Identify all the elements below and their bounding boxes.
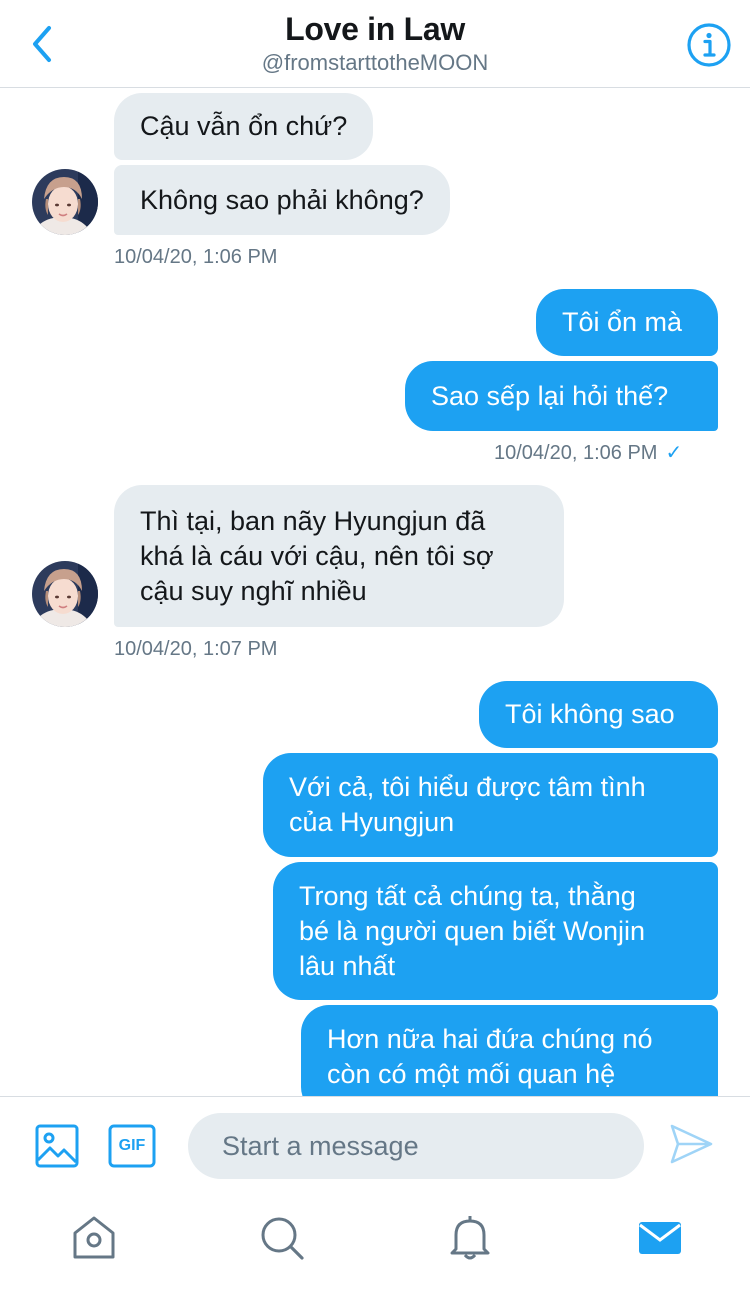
avatar-image [32, 561, 98, 627]
conversation-title: Love in Law [285, 11, 465, 47]
tab-notifications[interactable] [444, 1212, 496, 1264]
info-icon [687, 23, 731, 67]
message-line: cậu suy nghĩ nhiều [140, 575, 367, 606]
message-timestamp: 10/04/20, 1:07 PM [114, 638, 278, 660]
incoming-message[interactable]: Cậu vẫn ổn chứ? [114, 93, 374, 160]
outgoing-message[interactable]: Tôi ổn mà [536, 289, 718, 356]
message-line: Thì tại, ban nãy Hyungjun đã [140, 505, 486, 536]
incoming-message[interactable]: Thì tại, ban nãy Hyungjun đã khá là cáu … [114, 485, 564, 627]
message-text-block: Trong tất cả chúng ta, thằng bé là người… [299, 879, 645, 984]
message-input[interactable] [188, 1113, 644, 1179]
info-button[interactable] [686, 22, 732, 68]
message-timestamp-row: 10/04/20, 1:06 PM ✓ [494, 441, 682, 465]
message-timestamp: 10/04/20, 1:06 PM [114, 246, 278, 268]
send-button[interactable] [668, 1121, 718, 1171]
add-gif-button[interactable]: GIF [108, 1123, 156, 1169]
tab-search[interactable] [256, 1212, 308, 1264]
avatar[interactable] [32, 561, 98, 627]
message-text: Cậu vẫn ổn chứ? [140, 111, 348, 141]
bottom-tab-bar [0, 1194, 750, 1294]
message-text: Tôi không sao [505, 699, 675, 729]
conversation-header: Love in Law @fromstarttotheMOON [0, 0, 750, 88]
bell-icon [450, 1216, 490, 1260]
message-line: Trong tất cả chúng ta, thằng [299, 880, 636, 911]
outgoing-message[interactable]: Hơn nữa hai đứa chúng nó còn có một mối … [301, 1005, 718, 1096]
outgoing-message[interactable]: Sao sếp lại hỏi thế? [405, 361, 718, 431]
read-checkmark-icon: ✓ [665, 442, 683, 464]
message-line: Hơn nữa hai đứa chúng nó [327, 1024, 653, 1054]
send-icon [670, 1124, 713, 1164]
outgoing-message[interactable]: Trong tất cả chúng ta, thằng bé là người… [273, 862, 718, 1000]
outgoing-message[interactable]: Tôi không sao [479, 681, 718, 748]
message-text: Không sao phải không? [140, 184, 424, 215]
message-text-block: Hơn nữa hai đứa chúng nó còn có một mối … [327, 1022, 653, 1092]
message-text-block: Thì tại, ban nãy Hyungjun đã khá là cáu … [140, 504, 494, 609]
message-line: Với cả, tôi hiểu được tâm tình [289, 772, 646, 802]
home-icon [73, 1216, 115, 1259]
avatar-image [32, 169, 98, 235]
add-photo-button[interactable] [34, 1123, 82, 1169]
mail-icon [639, 1222, 681, 1254]
message-timestamp: 10/04/20, 1:06 PM [494, 442, 658, 464]
message-line: lâu nhất [299, 950, 396, 981]
message-text: Tôi ổn mà [562, 307, 683, 337]
conversation-title-block[interactable]: Love in Law @fromstarttotheMOON [0, 10, 750, 78]
conversation-handle: @fromstarttotheMOON [261, 50, 489, 75]
tab-home[interactable] [68, 1212, 120, 1264]
image-icon [35, 1124, 79, 1168]
message-line: còn có một mối quan hệ [327, 1059, 616, 1089]
message-line: khá là cáu với cậu, nên tôi sợ [140, 540, 494, 571]
incoming-message[interactable]: Không sao phải không? [114, 165, 450, 235]
message-text-block: Với cả, tôi hiểu được tâm tình của Hyung… [289, 770, 646, 840]
search-icon [261, 1217, 304, 1260]
tab-messages[interactable] [634, 1212, 686, 1264]
outgoing-message[interactable]: Với cả, tôi hiểu được tâm tình của Hyung… [263, 753, 718, 857]
gif-label: GIF [118, 1137, 146, 1154]
message-thread[interactable]: Cậu vẫn ổn chứ? Không sao phải không? 10… [0, 89, 750, 1096]
message-line: của Hyungjun [289, 807, 455, 837]
message-text: Sao sếp lại hỏi thế? [431, 380, 669, 411]
message-composer: GIF [0, 1096, 750, 1194]
message-line: bé là người quen biết Wonjin [299, 915, 646, 946]
avatar[interactable] [32, 169, 98, 235]
